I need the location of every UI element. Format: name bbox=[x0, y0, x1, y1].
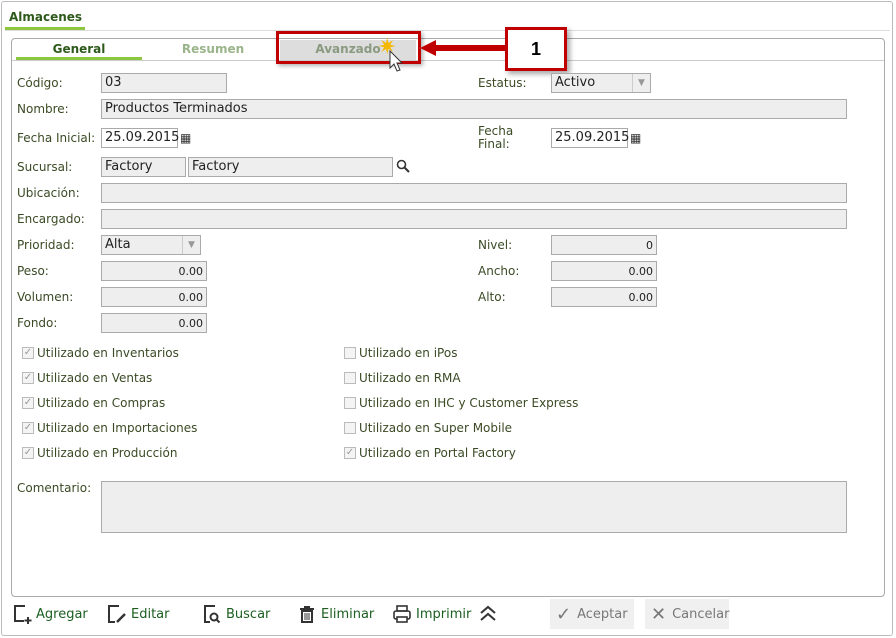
tab-divider bbox=[12, 60, 884, 61]
codigo-label: Código: bbox=[17, 76, 63, 90]
estatus-label: Estatus: bbox=[478, 76, 527, 90]
nivel-input[interactable]: 0 bbox=[551, 235, 657, 255]
checkbox[interactable] bbox=[344, 372, 356, 384]
fondo-input[interactable]: 0.00 bbox=[101, 313, 207, 333]
fecha-final-input[interactable]: 25.09.2015 bbox=[551, 128, 629, 148]
eliminar-label: Eliminar bbox=[321, 606, 375, 622]
peso-label: Peso: bbox=[17, 264, 49, 278]
ancho-input[interactable]: 0.00 bbox=[551, 261, 657, 281]
arrow-icon bbox=[420, 40, 508, 56]
buscar-label: Buscar bbox=[226, 606, 271, 622]
chevron-down-icon: ▼ bbox=[182, 236, 200, 254]
cancelar-button[interactable]: ✕ Cancelar bbox=[645, 599, 729, 629]
ancho-label: Ancho: bbox=[478, 264, 520, 278]
volumen-input[interactable]: 0.00 bbox=[101, 287, 207, 307]
sucursal-name-input[interactable]: Factory bbox=[188, 157, 393, 177]
tab-general[interactable]: General bbox=[16, 40, 142, 60]
checkbox[interactable]: ✓ bbox=[344, 447, 356, 459]
fecha-inicial-label: Fecha Inicial: bbox=[17, 131, 96, 145]
agregar-label: Agregar bbox=[36, 606, 88, 622]
checkbox-label: Utilizado en Importaciones bbox=[37, 421, 198, 435]
printer-icon bbox=[393, 605, 411, 623]
search-icon[interactable] bbox=[396, 159, 410, 173]
cursor-icon bbox=[389, 50, 404, 72]
edit-icon bbox=[108, 605, 126, 623]
agregar-button[interactable]: Agregar bbox=[12, 603, 88, 625]
aceptar-label: Aceptar bbox=[577, 606, 628, 622]
divider bbox=[5, 30, 890, 31]
collapse-chevrons-icon[interactable] bbox=[478, 604, 498, 622]
checkbox[interactable]: ✓ bbox=[22, 347, 34, 359]
checkbox[interactable]: ✓ bbox=[22, 447, 34, 459]
ubicacion-input[interactable] bbox=[101, 183, 847, 203]
comentario-label: Comentario: bbox=[17, 481, 92, 495]
checkbox-label: Utilizado en Compras bbox=[37, 396, 166, 410]
volumen-label: Volumen: bbox=[17, 290, 74, 304]
checkbox[interactable] bbox=[344, 397, 356, 409]
checkbox-label: Utilizado en Inventarios bbox=[37, 346, 179, 360]
add-icon bbox=[14, 605, 32, 624]
tab-resumen[interactable]: Resumen bbox=[150, 40, 276, 60]
sucursal-code-input[interactable]: Factory bbox=[101, 157, 186, 177]
checkbox-label: Utilizado en iPos bbox=[359, 346, 458, 360]
sucursal-label: Sucursal: bbox=[17, 160, 73, 174]
nombre-input[interactable]: Productos Terminados bbox=[101, 99, 847, 119]
imprimir-label: Imprimir bbox=[416, 606, 472, 622]
comentario-textarea[interactable] bbox=[101, 481, 847, 533]
trash-icon bbox=[300, 606, 314, 623]
estatus-value: Activo bbox=[555, 75, 596, 90]
checkbox[interactable]: ✓ bbox=[22, 422, 34, 434]
checkbox-label: Utilizado en Super Mobile bbox=[359, 421, 513, 435]
buscar-button[interactable]: Buscar bbox=[202, 603, 270, 625]
fondo-label: Fondo: bbox=[17, 316, 58, 330]
checkbox-label: Utilizado en Portal Factory bbox=[359, 446, 516, 460]
checkbox[interactable]: ✓ bbox=[22, 397, 34, 409]
checkbox-label: Utilizado en Ventas bbox=[37, 371, 153, 385]
prioridad-label: Prioridad: bbox=[17, 238, 75, 252]
editar-button[interactable]: Editar bbox=[107, 603, 170, 625]
peso-input[interactable]: 0.00 bbox=[101, 261, 207, 281]
checkbox-label: Utilizado en RMA bbox=[359, 371, 461, 385]
editar-label: Editar bbox=[131, 606, 170, 622]
eliminar-button[interactable]: Eliminar bbox=[297, 603, 374, 625]
imprimir-button[interactable]: Imprimir bbox=[392, 603, 471, 625]
nombre-label: Nombre: bbox=[17, 102, 69, 116]
close-icon: ✕ bbox=[651, 603, 667, 625]
alto-label: Alto: bbox=[478, 290, 506, 304]
checkbox[interactable]: ✓ bbox=[22, 372, 34, 384]
encargado-label: Encargado: bbox=[17, 212, 85, 226]
aceptar-button[interactable]: ✓ Aceptar bbox=[550, 599, 634, 629]
estatus-select[interactable]: Activo ▼ bbox=[551, 73, 651, 93]
search-document-icon bbox=[204, 605, 221, 624]
callout-number: 1 bbox=[505, 27, 567, 71]
cancelar-label: Cancelar bbox=[672, 606, 730, 622]
tab-almacenes[interactable]: Almacenes bbox=[5, 6, 85, 30]
alto-input[interactable]: 0.00 bbox=[551, 287, 657, 307]
fecha-final-label: Fecha Final: bbox=[478, 124, 514, 151]
codigo-input[interactable]: 03 bbox=[101, 73, 227, 93]
check-icon: ✓ bbox=[556, 603, 572, 625]
chevron-down-icon: ▼ bbox=[632, 74, 650, 92]
calendar-icon[interactable]: ▦ bbox=[630, 131, 641, 145]
checkbox-label: Utilizado en IHC y Customer Express bbox=[359, 396, 579, 410]
prioridad-select[interactable]: Alta ▼ bbox=[101, 235, 201, 255]
ubicacion-label: Ubicación: bbox=[17, 186, 80, 200]
checkbox-label: Utilizado en Producción bbox=[37, 446, 178, 460]
prioridad-value: Alta bbox=[105, 237, 131, 252]
checkbox[interactable] bbox=[344, 347, 356, 359]
nivel-label: Nivel: bbox=[478, 238, 513, 252]
encargado-input[interactable] bbox=[101, 209, 847, 229]
fecha-inicial-input[interactable]: 25.09.2015 bbox=[101, 128, 179, 148]
calendar-icon[interactable]: ▦ bbox=[180, 131, 191, 145]
checkbox[interactable] bbox=[344, 422, 356, 434]
